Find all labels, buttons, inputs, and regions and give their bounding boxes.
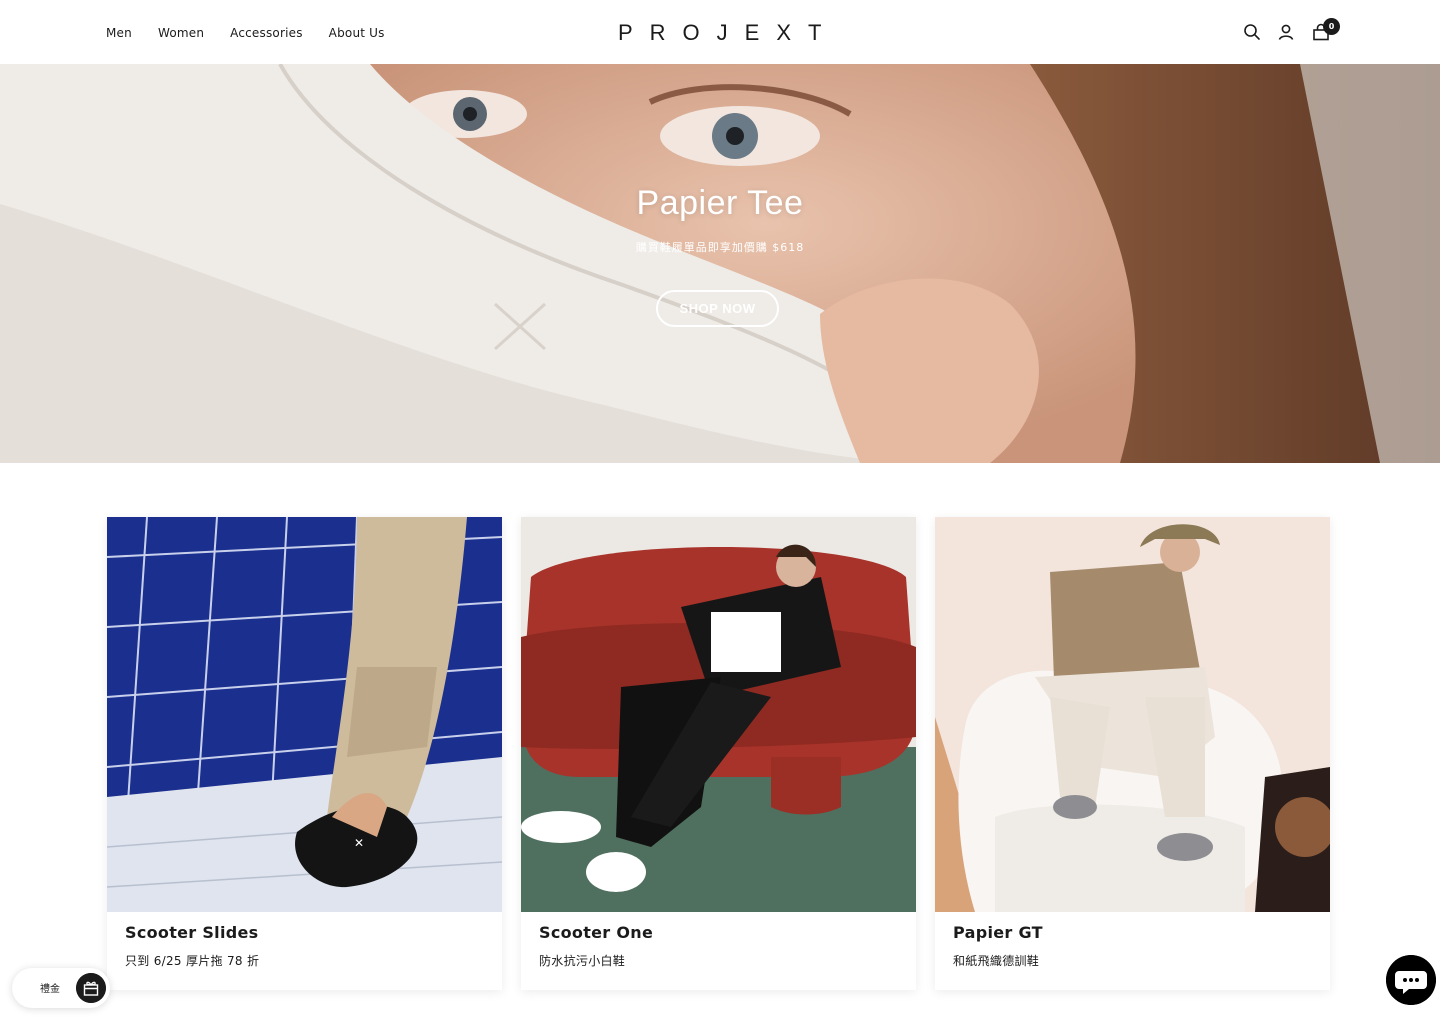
gift-icon[interactable] — [76, 973, 106, 1003]
site-header: Men Women Accessories About Us PROJEXT 0 — [0, 0, 1440, 64]
product-image[interactable]: ✕ — [107, 517, 502, 912]
nav-men[interactable]: Men — [106, 23, 132, 43]
hero-banner[interactable]: Papier Tee 購買鞋履單品即享加價購 $618 SHOP NOW — [0, 64, 1440, 463]
hero-subtitle: 購買鞋履單品即享加價購 $618 — [635, 241, 805, 254]
nav-women[interactable]: Women — [158, 23, 204, 43]
gift-widget[interactable]: 禮金 — [12, 968, 110, 1008]
search-icon[interactable] — [1243, 23, 1261, 41]
svg-text:✕: ✕ — [354, 836, 364, 850]
product-image[interactable] — [521, 517, 916, 912]
cart-count-badge[interactable]: 0 — [1323, 18, 1340, 35]
product-description: 防水抗污小白鞋 — [539, 954, 626, 968]
product-name[interactable]: Scooter Slides — [125, 923, 258, 942]
shop-now-button[interactable]: SHOP NOW — [656, 290, 779, 327]
product-description: 和紙飛織德訓鞋 — [953, 954, 1040, 968]
main-nav: Men Women Accessories About Us — [106, 23, 411, 43]
product-card-scooter-one[interactable]: Scooter One 防水抗污小白鞋 — [521, 517, 916, 990]
account-icon[interactable] — [1277, 23, 1295, 41]
hero-title: Papier Tee — [636, 184, 804, 222]
hero-image — [0, 64, 1440, 463]
nav-accessories[interactable]: Accessories — [230, 23, 303, 43]
product-description: 只到 6/25 厚片拖 78 折 — [125, 954, 260, 968]
product-name[interactable]: Scooter One — [539, 923, 653, 942]
product-card-scooter-slides[interactable]: ✕ Scooter Slides 只到 6/25 厚片拖 78 折 — [107, 517, 502, 990]
product-card-papier-gt[interactable]: Papier GT 和紙飛織德訓鞋 — [935, 517, 1330, 990]
site-logo[interactable]: PROJEXT — [618, 20, 821, 46]
chat-icon[interactable] — [1386, 955, 1436, 1005]
product-image[interactable] — [935, 517, 1330, 912]
product-name[interactable]: Papier GT — [953, 923, 1043, 942]
gift-label[interactable]: 禮金 — [40, 980, 60, 995]
nav-about-us[interactable]: About Us — [329, 23, 385, 43]
